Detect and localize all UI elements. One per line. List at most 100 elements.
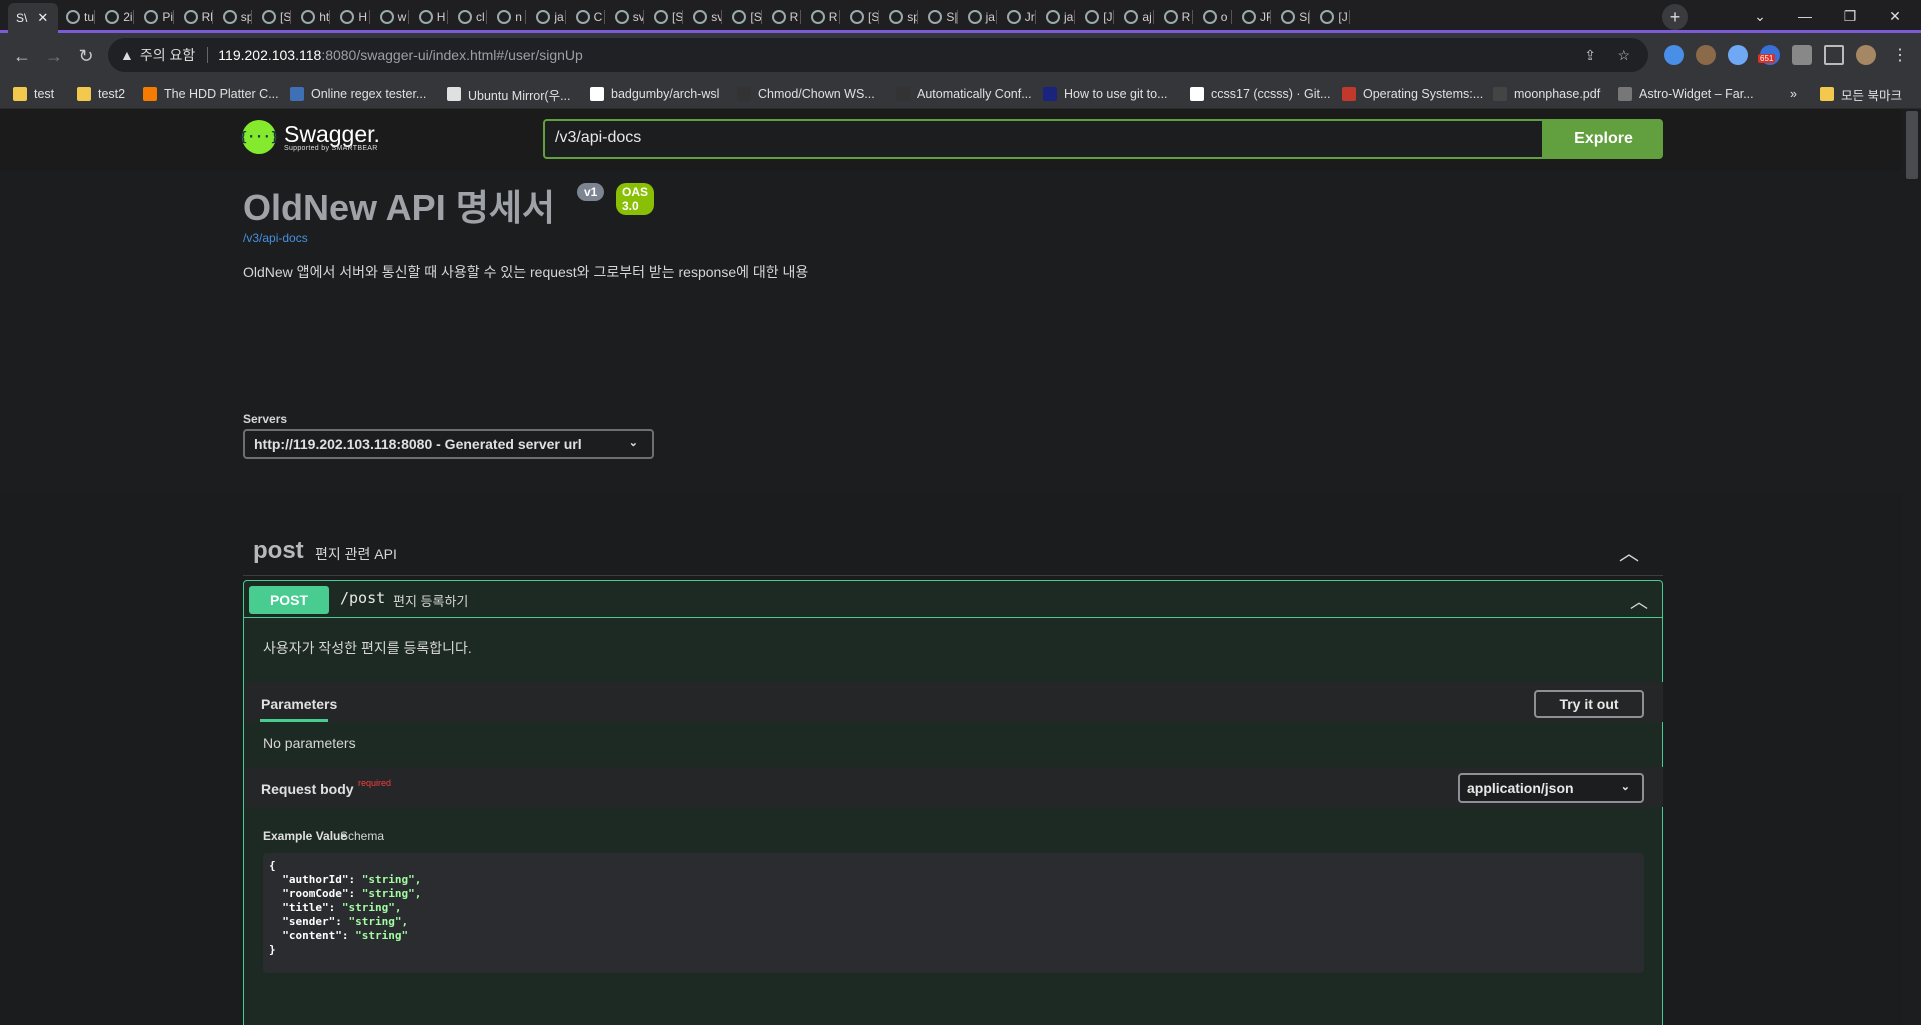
tab[interactable]: Rl	[176, 3, 213, 31]
forward-arrow-icon[interactable]: →	[41, 43, 67, 69]
bookmarks-overflow-icon[interactable]: »	[1790, 85, 1797, 103]
tab[interactable]: [J	[1077, 3, 1115, 31]
share-icon[interactable]: ⇪	[1584, 47, 1596, 64]
tab[interactable]: [J	[1312, 3, 1350, 31]
tab[interactable]: cl	[450, 3, 488, 31]
tab[interactable]: C	[568, 3, 605, 31]
all-bookmarks-folder[interactable]: 모든 북마크	[1820, 85, 1902, 103]
spec-link[interactable]: /v3/api-docs	[243, 231, 308, 245]
tab[interactable]: JF	[1234, 3, 1272, 31]
extension-spy-icon[interactable]	[1696, 45, 1716, 65]
chevron-up-icon[interactable]: ︿	[1630, 588, 1648, 614]
reload-icon[interactable]: ↻	[73, 43, 99, 69]
tab[interactable]: ja	[528, 3, 566, 31]
side-panel-icon[interactable]	[1824, 45, 1844, 65]
tab[interactable]: R	[1156, 3, 1193, 31]
tab[interactable]: H	[411, 3, 448, 31]
bookmark-item[interactable]: moonphase.pdf	[1493, 85, 1600, 103]
extension-feather-icon[interactable]	[1664, 45, 1684, 65]
tab[interactable]: sv	[607, 3, 644, 31]
menu-kebab-icon[interactable]: ⋮	[1892, 45, 1908, 65]
bookmark-item[interactable]: Astro-Widget – Far...	[1618, 85, 1754, 103]
tab[interactable]: aj	[1116, 3, 1154, 31]
tab[interactable]: sp	[881, 3, 919, 31]
tab[interactable]: 2i	[97, 3, 135, 31]
profile-avatar[interactable]	[1856, 45, 1876, 65]
bookmark-label: badgumby/arch-wsl	[611, 87, 720, 101]
spec-url-input[interactable]: /v3/api-docs	[543, 119, 1544, 159]
example-value-tab[interactable]: Example Value	[263, 829, 347, 843]
bookmark-item[interactable]: Ubuntu Mirror(우...	[447, 85, 571, 103]
tag-header-post[interactable]: post 편지 관련 API ︿	[243, 529, 1663, 576]
new-tab-button[interactable]: +	[1662, 4, 1688, 30]
extension-badge-icon[interactable]: 651	[1758, 45, 1780, 65]
security-warning-text: 주의 요함	[139, 47, 196, 63]
bookmark-item[interactable]: Chmod/Chown WS...	[737, 85, 875, 103]
tab[interactable]: [S	[646, 3, 684, 31]
tab[interactable]: R	[803, 3, 840, 31]
extensions-puzzle-icon[interactable]	[1792, 45, 1812, 65]
tab-close-icon[interactable]: ✕	[37, 10, 48, 26]
tab-favicon-icon	[1085, 10, 1100, 24]
bookmark-favicon-icon	[143, 87, 157, 101]
tab-search-icon[interactable]: ⌄	[1740, 4, 1780, 28]
tab-label: cl	[476, 10, 485, 24]
example-code-block: { "authorId": "string", "roomCode": "str…	[263, 853, 1644, 973]
schema-tab[interactable]: Schema	[340, 829, 384, 843]
tab-favicon-icon	[1202, 10, 1217, 24]
bookmark-item[interactable]: ccss17 (ccsss) · Git...	[1190, 85, 1330, 103]
tab[interactable]: n	[489, 3, 527, 31]
tab[interactable]: [S	[254, 3, 292, 31]
tab[interactable]: R	[764, 3, 801, 31]
bookmark-item[interactable]: Operating Systems:...	[1342, 85, 1483, 103]
tab-separator	[799, 10, 801, 24]
page-scrollbar[interactable]	[1902, 109, 1921, 1025]
window-close-icon[interactable]: ✕	[1875, 4, 1915, 28]
star-icon[interactable]: ☆	[1617, 47, 1630, 64]
warning-triangle-icon: ▲	[120, 47, 134, 63]
tab-active[interactable]: S\ ✕	[8, 3, 58, 33]
restore-icon[interactable]: ❐	[1830, 4, 1870, 28]
tab-separator	[446, 10, 448, 24]
bookmark-item[interactable]: How to use git to...	[1043, 85, 1168, 103]
bookmark-item[interactable]: Automatically Conf...	[896, 85, 1032, 103]
bookmark-item[interactable]: test2	[77, 85, 125, 103]
tab-favicon-icon	[66, 10, 80, 24]
tab[interactable]: ja	[960, 3, 997, 31]
try-it-out-button[interactable]: Try it out	[1534, 690, 1644, 718]
extension-search-icon[interactable]	[1728, 45, 1748, 65]
tab[interactable]: sp	[215, 3, 252, 31]
bookmark-item[interactable]: badgumby/arch-wsl	[590, 85, 719, 103]
bookmark-item[interactable]: Online regex tester...	[290, 85, 426, 103]
back-arrow-icon[interactable]: ←	[9, 43, 35, 69]
bookmark-item[interactable]: test	[13, 85, 54, 103]
tab[interactable]: S|	[1273, 3, 1311, 31]
tab[interactable]: [S	[842, 3, 880, 31]
tab[interactable]: w	[372, 3, 409, 31]
operation-path: /post	[340, 589, 386, 607]
tab[interactable]: S|	[920, 3, 958, 31]
tab[interactable]: ja	[1038, 3, 1076, 31]
bookmark-item[interactable]: The HDD Platter C...	[143, 85, 279, 103]
version-badge: v1	[577, 183, 605, 201]
tab-favicon-icon	[889, 10, 904, 24]
tab[interactable]: Pi	[136, 3, 174, 31]
swagger-logo[interactable]: {···} Swagger. Supported by SMARTBEAR	[239, 120, 380, 154]
content-type-select[interactable]: application/json ⌄	[1458, 773, 1644, 803]
minimize-icon[interactable]: —	[1785, 4, 1825, 28]
tab[interactable]: Jr	[999, 3, 1036, 31]
tab[interactable]: H	[332, 3, 370, 31]
explore-button[interactable]: Explore	[1544, 119, 1663, 159]
operation-summary[interactable]: POST /post 편지 등록하기 ︿	[244, 581, 1662, 618]
tab[interactable]: tu	[58, 3, 96, 31]
tab[interactable]: o	[1195, 3, 1232, 31]
scrollbar-thumb[interactable]	[1906, 111, 1918, 179]
tab[interactable]: sv	[685, 3, 723, 31]
address-bar[interactable]: ▲ 주의 요함 119.202.103.118 :8080/swagger-ui…	[108, 38, 1648, 72]
chevron-up-icon[interactable]: ︿	[1619, 537, 1639, 566]
servers-select[interactable]: http://119.202.103.118:8080 - Generated …	[243, 429, 654, 459]
tab[interactable]: ht	[293, 3, 331, 31]
parameters-tab[interactable]: Parameters	[261, 696, 337, 712]
tab[interactable]: [S	[724, 3, 762, 31]
code-line: "title": "string",	[269, 901, 1638, 915]
